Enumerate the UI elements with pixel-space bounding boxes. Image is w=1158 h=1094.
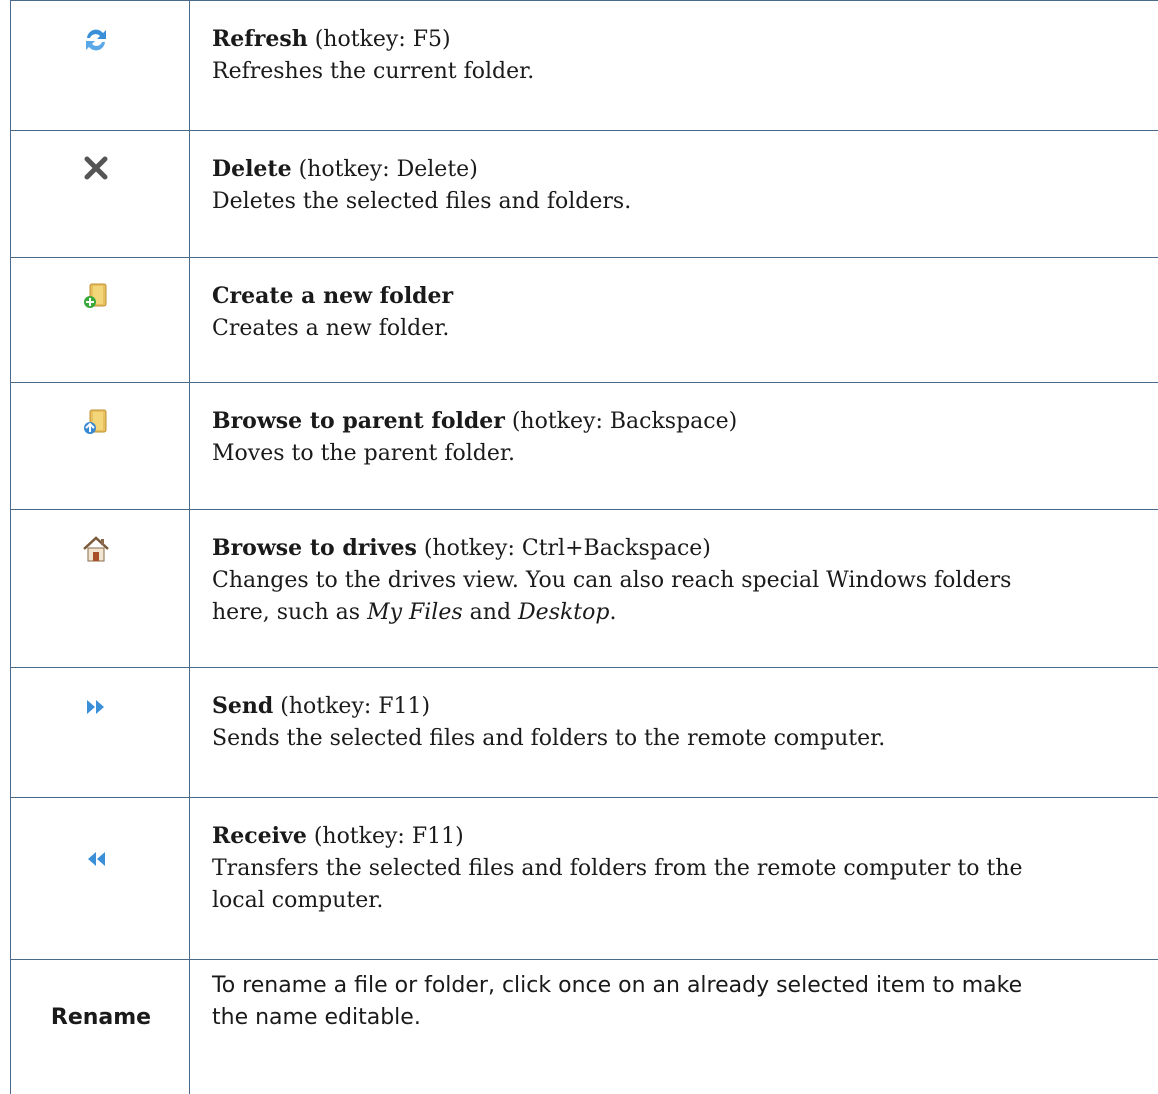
table-row-rename: Rename To rename a file or folder, click…	[10, 959, 1158, 1094]
parent-folder-icon	[84, 409, 107, 434]
home-icon	[83, 536, 109, 562]
row-hotkey: (hotkey: F11)	[313, 824, 464, 849]
send-icon	[87, 700, 104, 714]
rename-label: Rename	[50, 1005, 152, 1030]
table-row-refresh: Refresh (hotkey: F5) Refreshes the curre…	[10, 0, 1158, 131]
delete-icon	[84, 156, 108, 180]
row-content: Receive (hotkey: F11) Transfers the sele…	[190, 798, 1158, 960]
refresh-icon	[86, 29, 106, 51]
new-folder-icon	[84, 283, 107, 308]
row-title: Send	[212, 693, 274, 719]
row-description: Moves to the parent folder.	[212, 441, 515, 466]
desktop-link: Desktop	[518, 600, 610, 625]
row-content: Create a new folder Creates a new folder…	[190, 258, 1158, 383]
row-description-cont: the name editable.	[212, 1005, 421, 1030]
row-description: Refreshes the current folder.	[212, 59, 535, 84]
row-hotkey: (hotkey: Delete)	[298, 157, 478, 182]
row-content: Delete (hotkey: Delete) Deletes the sele…	[190, 131, 1158, 258]
row-hotkey: (hotkey: Backspace)	[511, 409, 738, 434]
row-content: Refresh (hotkey: F5) Refreshes the curre…	[190, 1, 1158, 131]
table-row-drives: Browse to drives (hotkey: Ctrl+Backspace…	[10, 509, 1158, 668]
row-description: Transfers the selected files and folders…	[212, 856, 1023, 881]
table-row-parent-folder: Browse to parent folder (hotkey: Backspa…	[10, 382, 1158, 510]
icon-cell	[10, 258, 190, 383]
row-description-cont: here, such as My Files and Desktop.	[212, 600, 617, 625]
toolbar-reference-table: Refresh (hotkey: F5) Refreshes the curre…	[10, 0, 1158, 1094]
row-title: Browse to parent folder	[212, 408, 505, 434]
row-description: Deletes the selected files and folders.	[212, 189, 632, 214]
row-hotkey: (hotkey: F5)	[314, 27, 451, 52]
icon-cell	[10, 668, 190, 798]
row-description: To rename a file or folder, click once o…	[212, 973, 1023, 998]
row-description: Creates a new folder.	[212, 316, 450, 341]
row-description: Changes to the drives view. You can also…	[212, 568, 1012, 593]
row-hotkey: (hotkey: Ctrl+Backspace)	[423, 536, 711, 561]
label-cell: Rename	[10, 960, 190, 1094]
row-title: Create a new folder	[212, 283, 454, 309]
row-content: Browse to parent folder (hotkey: Backspa…	[190, 383, 1158, 510]
row-title: Receive	[212, 823, 307, 849]
icon-cell	[10, 1, 190, 131]
row-content: Send (hotkey: F11) Sends the selected fi…	[190, 668, 1158, 798]
row-title: Browse to drives	[212, 535, 417, 561]
row-description-cont: local computer.	[212, 888, 384, 913]
table-row-send: Send (hotkey: F11) Sends the selected fi…	[10, 667, 1158, 798]
receive-icon	[88, 852, 105, 866]
table-row-new-folder: Create a new folder Creates a new folder…	[10, 257, 1158, 383]
table-row-delete: Delete (hotkey: Delete) Deletes the sele…	[10, 130, 1158, 258]
icon-cell	[10, 510, 190, 668]
table-row-receive: Receive (hotkey: F11) Transfers the sele…	[10, 797, 1158, 960]
row-title: Delete	[212, 156, 292, 182]
row-content: Browse to drives (hotkey: Ctrl+Backspace…	[190, 510, 1158, 668]
icon-cell	[10, 383, 190, 510]
row-content: To rename a file or folder, click once o…	[190, 960, 1158, 1094]
row-description: Sends the selected files and folders to …	[212, 726, 886, 751]
row-title: Refresh	[212, 26, 308, 52]
row-hotkey: (hotkey: F11)	[280, 694, 431, 719]
icon-cell	[10, 131, 190, 258]
my-files-link: My Files	[367, 600, 463, 625]
icon-cell	[10, 798, 190, 960]
